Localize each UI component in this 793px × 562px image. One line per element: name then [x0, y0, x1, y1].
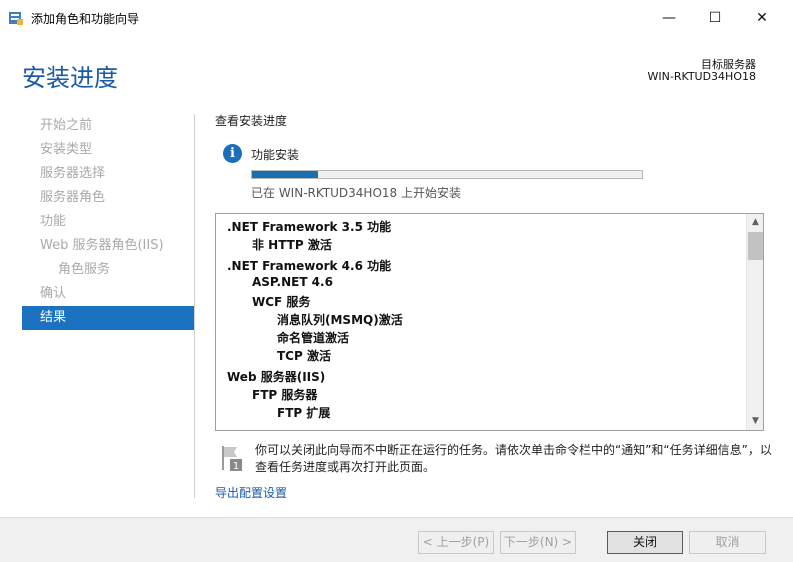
results-list[interactable]: .NET Framework 3.5 功能 非 HTTP 激活 .NET Fra… — [215, 213, 764, 431]
minimize-icon: — — [662, 10, 676, 26]
note-badge-number: 1 — [233, 461, 239, 472]
nav-item-web-server-role: Web 服务器角色(IIS) — [40, 238, 164, 253]
info-icon: i — [223, 144, 242, 163]
result-item: TCP 激活 — [277, 349, 331, 363]
wizard-footer: < 上一步(P) 下一步(N) > 关闭 取消 — [0, 517, 793, 562]
wizard-header: 安装进度 目标服务器 WIN-RKTUD34HO18 — [0, 36, 793, 100]
maximize-icon: ☐ — [708, 10, 722, 26]
flag-notification-icon: 1 — [222, 446, 242, 472]
cancel-button[interactable]: 取消 — [689, 531, 766, 554]
nav-item-server-selection: 服务器选择 — [40, 166, 106, 181]
close-window-button[interactable]: ✕ — [739, 0, 785, 36]
section-title: 查看安装进度 — [215, 114, 288, 128]
page-title: 安装进度 — [22, 64, 118, 92]
nav-item-features: 功能 — [40, 214, 67, 229]
nav-item-installation-type: 安装类型 — [40, 142, 93, 157]
result-item: WCF 服务 — [252, 295, 311, 309]
result-item: 消息队列(MSMQ)激活 — [277, 313, 403, 327]
previous-button[interactable]: < 上一步(P) — [418, 531, 494, 554]
result-item: ASP.NET 4.6 — [252, 275, 333, 289]
scroll-up-icon[interactable]: ▲ — [747, 214, 763, 231]
minimize-button[interactable]: — — [646, 0, 692, 36]
maximize-button[interactable]: ☐ — [692, 0, 738, 36]
target-server-name: WIN-RKTUD34HO18 — [647, 70, 757, 83]
result-item: 命名管道激活 — [277, 331, 350, 345]
nav-item-role-services: 角色服务 — [58, 262, 111, 277]
result-item: 非 HTTP 激活 — [252, 238, 332, 252]
export-configuration-link[interactable]: 导出配置设置 — [215, 484, 287, 501]
progress-status: 已在 WIN-RKTUD34HO18 上开始安装 — [251, 186, 461, 200]
result-item: .NET Framework 4.6 功能 — [227, 259, 392, 273]
title-bar: 添加角色和功能向导 — ☐ ✕ — [0, 0, 793, 36]
scroll-down-icon[interactable]: ▼ — [747, 413, 763, 430]
nav-item-server-roles: 服务器角色 — [40, 190, 106, 205]
close-icon: ✕ — [756, 10, 768, 26]
next-button[interactable]: 下一步(N) > — [500, 531, 576, 554]
scroll-thumb[interactable] — [748, 232, 763, 260]
nav-item-results[interactable]: 结果 — [22, 306, 194, 330]
install-progress-bar — [251, 170, 643, 179]
wizard-nav: 开始之前 安装类型 服务器选择 服务器角色 功能 Web 服务器角色(IIS) … — [22, 114, 194, 330]
nav-item-confirmation: 确认 — [40, 286, 67, 301]
result-item: FTP 服务器 — [252, 388, 318, 402]
window-title: 添加角色和功能向导 — [31, 12, 140, 26]
note-text: 你可以关闭此向导而不中断正在运行的任务。请依次单击命令栏中的“通知”和“任务详细… — [255, 443, 772, 474]
result-item: Web 服务器(IIS) — [227, 370, 326, 384]
results-list-content: .NET Framework 3.5 功能 非 HTTP 激活 .NET Fra… — [216, 214, 745, 430]
results-scrollbar[interactable]: ▲ ▼ — [746, 214, 763, 430]
nav-divider — [194, 114, 195, 498]
close-button[interactable]: 关闭 — [607, 531, 683, 554]
progress-fill — [252, 171, 319, 178]
server-manager-icon — [9, 12, 23, 25]
result-item: .NET Framework 3.5 功能 — [227, 220, 392, 234]
nav-item-before-you-begin: 开始之前 — [40, 118, 93, 133]
result-item: FTP 扩展 — [277, 406, 331, 420]
feature-install-label: 功能安装 — [251, 148, 300, 162]
